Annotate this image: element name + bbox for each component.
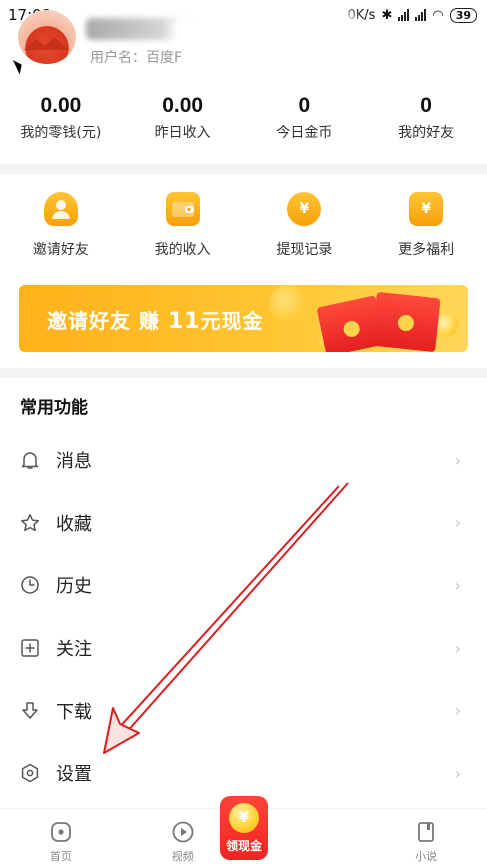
action-label: 更多福利 <box>398 242 455 258</box>
action-label: 邀请好友 <box>32 242 89 258</box>
menu-label: 关注 <box>56 639 92 661</box>
stat-yesterday-income[interactable]: 0.00 昨日收入 <box>122 94 244 142</box>
coin-icon: ¥ <box>287 192 322 226</box>
gift-icon: ¥ <box>409 192 444 226</box>
menu-item-history[interactable]: 历史 › <box>0 554 487 617</box>
chevron-right-icon: › <box>454 763 461 783</box>
bluetooth-icon: ✱ <box>381 7 393 23</box>
banner-text-suffix: 元现金 <box>200 309 264 333</box>
action-label: 我的收入 <box>154 242 211 258</box>
nav-claim-cash-button[interactable]: ¥ 领现金 <box>220 796 268 860</box>
status-icons: 0K/s ✱ ◠ 39 <box>347 7 477 23</box>
battery-indicator: 39 <box>449 7 477 23</box>
menu-item-messages[interactable]: 消息 › <box>0 429 487 492</box>
invite-banner[interactable]: 邀请好友 赚 11元现金 <box>19 285 468 352</box>
stat-label: 我的好友 <box>398 125 455 141</box>
download-icon <box>22 701 38 719</box>
stats-row: 0.00 我的零钱(元) 0.00 昨日收入 0 今日金币 0 我的好友 <box>0 94 487 142</box>
mouse-cursor-icon <box>12 57 26 75</box>
menu-item-favorites[interactable]: 收藏 › <box>0 492 487 555</box>
stat-value: 0.00 <box>162 94 204 117</box>
stat-label: 我的零钱(元) <box>20 125 102 141</box>
coin-decoration <box>269 285 307 323</box>
banner-text-prefix: 邀请好友 赚 <box>47 309 168 333</box>
bell-icon <box>21 452 39 470</box>
coin-icon: ¥ <box>229 803 259 833</box>
stat-wallet[interactable]: 0.00 我的零钱(元) <box>0 94 122 142</box>
stat-friends[interactable]: 0 我的好友 <box>365 94 487 142</box>
menu-label: 设置 <box>56 764 92 786</box>
action-label: 提现记录 <box>276 242 333 258</box>
menu-label: 下载 <box>56 701 92 723</box>
chevron-right-icon: › <box>454 450 461 470</box>
nav-cash-label: 领现金 <box>225 839 262 853</box>
stat-value: 0.00 <box>40 94 82 117</box>
play-icon <box>172 821 194 843</box>
star-icon <box>21 513 39 532</box>
chevron-right-icon: › <box>454 513 461 533</box>
avatar[interactable] <box>18 10 76 64</box>
stat-label: 今日金币 <box>276 125 333 141</box>
settings-icon <box>21 764 39 783</box>
plus-square-icon <box>21 639 39 657</box>
action-withdraw-records[interactable]: ¥ 提现记录 <box>244 192 366 259</box>
red-envelope-decoration <box>371 291 441 352</box>
action-invite-friends[interactable]: 邀请好友 <box>0 192 122 259</box>
stat-value: 0 <box>420 94 432 117</box>
action-more-benefits[interactable]: ¥ 更多福利 <box>365 192 487 259</box>
username-label: 用户名：百度F <box>90 50 183 66</box>
stat-today-coins[interactable]: 0 今日金币 <box>244 94 366 142</box>
section-divider <box>0 368 487 378</box>
privacy-mask <box>170 10 360 80</box>
signal-icon <box>415 9 427 21</box>
action-my-income[interactable]: 我的收入 <box>122 192 244 259</box>
nav-label: 首页 <box>49 850 72 863</box>
chevron-right-icon: › <box>454 638 461 658</box>
banner-text: 邀请好友 赚 11元现金 <box>47 305 264 334</box>
chevron-right-icon: › <box>454 701 461 721</box>
banner-amount: 11 <box>167 309 201 334</box>
home-icon <box>50 822 71 842</box>
menu-label: 消息 <box>56 451 92 473</box>
person-icon <box>43 192 78 226</box>
menu-item-downloads[interactable]: 下载 › <box>0 679 487 742</box>
nav-label: 小说 <box>415 850 438 863</box>
wifi-icon: ◠ <box>432 7 444 23</box>
nav-home[interactable]: 首页 <box>0 809 122 868</box>
chevron-right-icon: › <box>454 575 461 595</box>
book-icon <box>418 822 435 842</box>
menu-item-following[interactable]: 关注 › <box>0 617 487 680</box>
wallet-icon <box>165 192 200 226</box>
quick-actions: 邀请好友 我的收入 ¥ 提现记录 ¥ 更多福利 <box>0 192 487 259</box>
nav-label: 视频 <box>171 850 194 863</box>
function-menu: 消息 › 收藏 › 历史 › 关注 › 下载 › 设置 › <box>0 429 487 805</box>
menu-label: 收藏 <box>56 513 92 535</box>
section-divider <box>0 164 487 174</box>
section-title: 常用功能 <box>20 398 88 418</box>
clock-icon <box>21 576 39 595</box>
nav-novel[interactable]: 小说 <box>365 809 487 868</box>
stat-value: 0 <box>298 94 311 117</box>
signal-icon <box>398 9 410 21</box>
stat-label: 昨日收入 <box>154 125 211 141</box>
menu-label: 历史 <box>56 576 92 598</box>
